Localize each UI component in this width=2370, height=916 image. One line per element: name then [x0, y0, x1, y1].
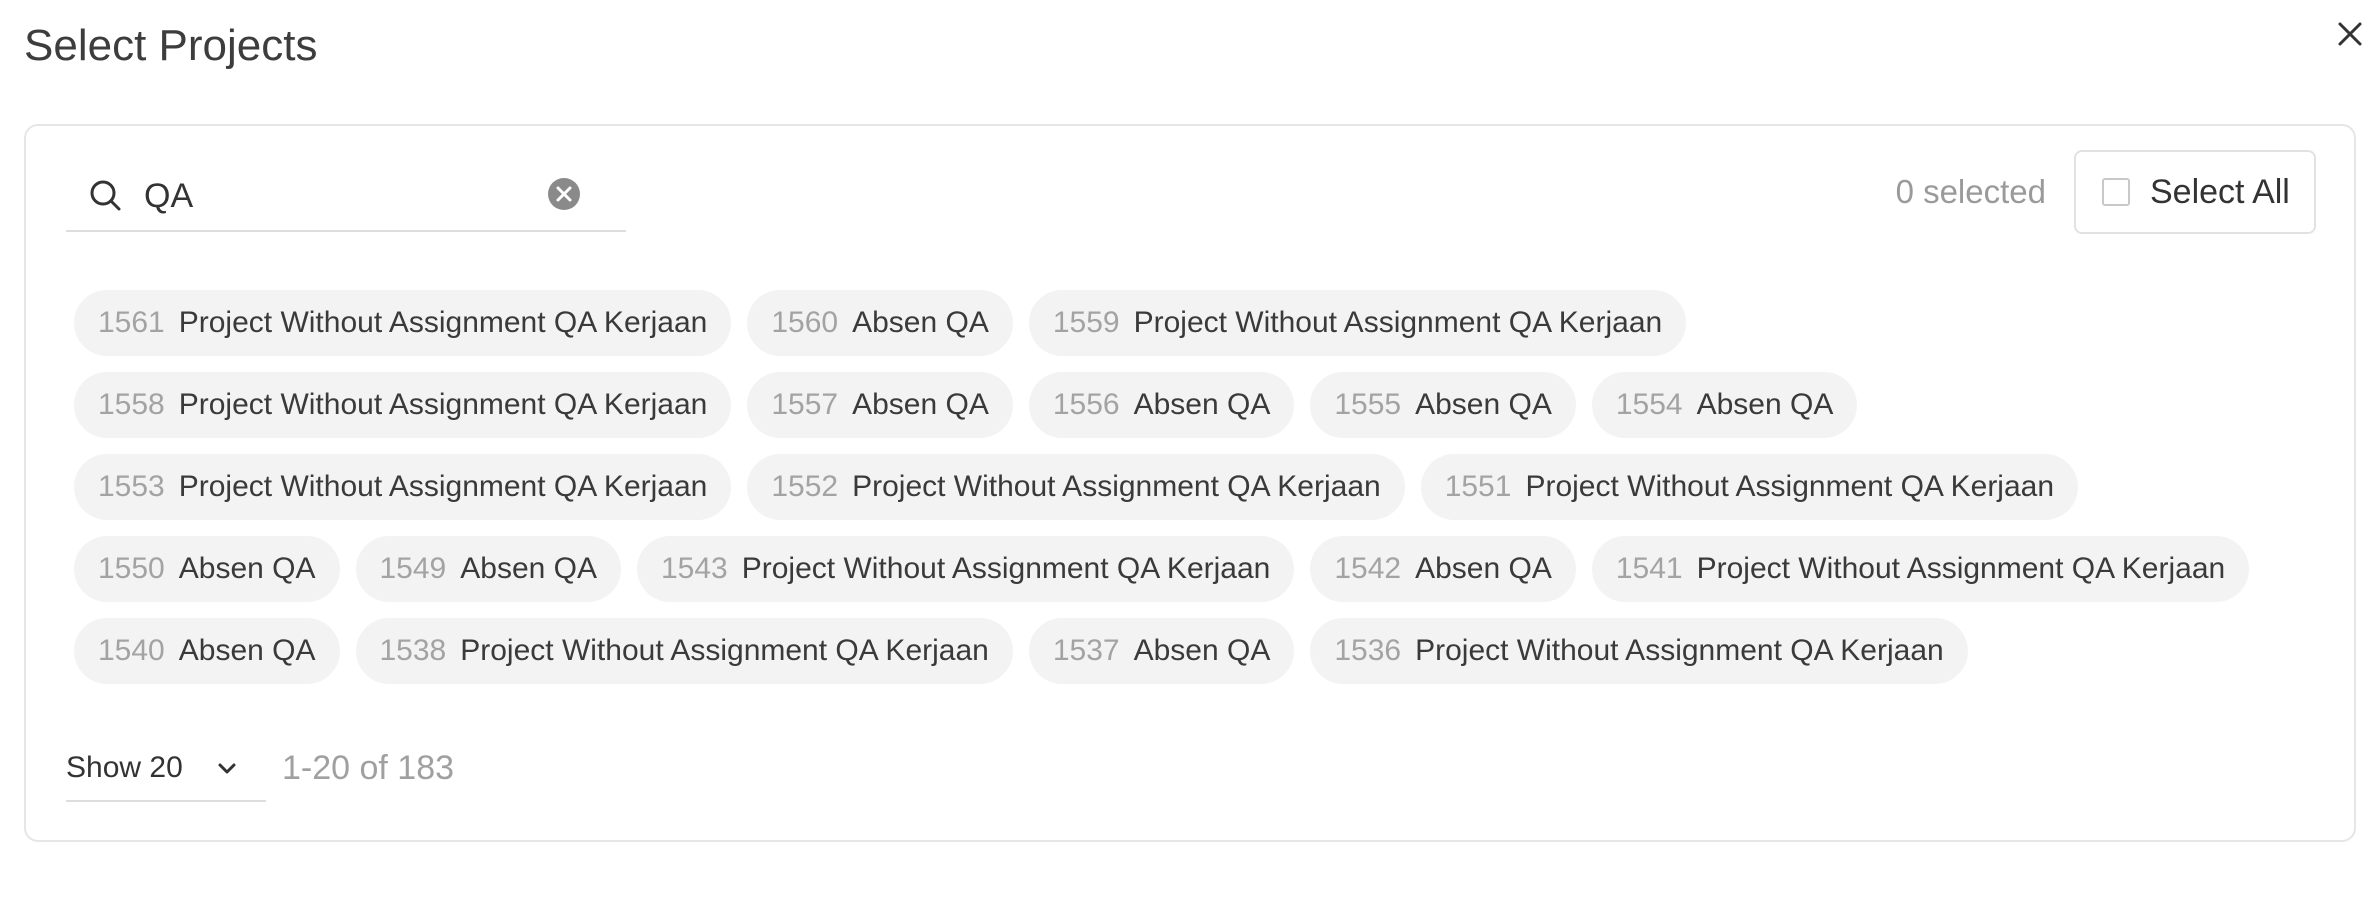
- project-chip-id: 1550: [98, 552, 165, 585]
- select-all-label: Select All: [2150, 173, 2290, 211]
- project-chip[interactable]: 1553 Project Without Assignment QA Kerjaa…: [74, 454, 732, 520]
- project-chip-list: 1561 Project Without Assignment QA Kerjaa…: [74, 290, 2304, 684]
- project-chip[interactable]: 1536 Project Without Assignment QA Kerjaa…: [1310, 618, 1968, 684]
- project-chip[interactable]: 1543 Project Without Assignment QA Kerjaa…: [637, 536, 1295, 602]
- project-chip-name: Project Without Assignment QA Kerjaan: [741, 552, 1271, 585]
- project-chip-name: Project Without Assignment QA Kerjaan: [178, 306, 708, 339]
- project-chip-name: Project Without Assignment QA Kerjaan: [178, 470, 708, 503]
- project-chip-id: 1538: [379, 634, 447, 667]
- project-chip-name: Absen QA: [852, 306, 989, 339]
- project-chip[interactable]: 1561 Project Without Assignment QA Kerjaa…: [74, 290, 732, 356]
- selected-count: 0 selected: [1895, 173, 2046, 210]
- chevron-down-icon: [218, 763, 236, 774]
- project-chip-id: 1561: [98, 306, 165, 339]
- project-chip[interactable]: 1541 Project Without Assignment QA Kerjaa…: [1591, 536, 2250, 602]
- project-chip[interactable]: 1560 Absen QA: [747, 290, 1013, 356]
- project-chip[interactable]: 1558 Project Without Assignment QA Kerjaa…: [74, 372, 732, 438]
- page-size-label: Show 20: [66, 751, 183, 784]
- project-chip-id: 1543: [661, 552, 728, 585]
- project-chip-name: Absen QA: [178, 552, 316, 585]
- project-chip[interactable]: 1550 Absen QA: [74, 536, 340, 602]
- project-chip-name: Absen QA: [1415, 388, 1552, 421]
- project-chip-id: 1551: [1444, 470, 1512, 503]
- project-chip-id: 1560: [771, 306, 839, 339]
- project-chip-name: Project Without Assignment QA Kerjaan: [852, 470, 1381, 503]
- project-chip-name: Absen QA: [1133, 634, 1271, 667]
- project-chip-id: 1557: [771, 388, 839, 421]
- project-chip-name: Absen QA: [1133, 388, 1271, 421]
- search-field: [66, 160, 626, 232]
- project-chip-name: Project Without Assignment QA Kerjaan: [178, 388, 708, 421]
- project-chip-id: 1537: [1052, 634, 1120, 667]
- clear-search-icon[interactable]: [544, 174, 584, 214]
- project-chip-id: 1558: [98, 388, 165, 421]
- select-all-button[interactable]: Select All: [2074, 150, 2316, 234]
- select-all-checkbox[interactable]: [2102, 178, 2130, 206]
- project-chip-id: 1540: [98, 634, 165, 667]
- project-chip-name: Project Without Assignment QA Kerjaan: [1525, 470, 2055, 503]
- project-chip[interactable]: 1554 Absen QA: [1591, 372, 1858, 438]
- page-size-select[interactable]: Show 20: [66, 740, 266, 802]
- project-chip-id: 1559: [1052, 306, 1120, 339]
- project-chip[interactable]: 1552 Project Without Assignment QA Kerjaa…: [747, 454, 1405, 520]
- close-button[interactable]: [2330, 14, 2370, 54]
- project-chip[interactable]: 1542 Absen QA: [1310, 536, 1576, 602]
- project-chip[interactable]: 1540 Absen QA: [74, 618, 340, 684]
- project-chip-name: Absen QA: [1696, 388, 1834, 421]
- project-chip-name: Project Without Assignment QA Kerjaan: [460, 634, 989, 667]
- project-chip-id: 1552: [771, 470, 839, 503]
- project-chip-id: 1549: [379, 552, 447, 585]
- project-chip-id: 1554: [1615, 388, 1683, 421]
- project-chip[interactable]: 1559 Project Without Assignment QA Kerjaa…: [1028, 290, 1687, 356]
- project-chip-id: 1541: [1615, 552, 1683, 585]
- project-chip[interactable]: 1557 Absen QA: [747, 372, 1013, 438]
- project-chip-id: 1555: [1334, 388, 1402, 421]
- project-chip[interactable]: 1538 Project Without Assignment QA Kerjaa…: [355, 618, 1013, 684]
- project-chip-name: Absen QA: [460, 552, 597, 585]
- project-chip[interactable]: 1551 Project Without Assignment QA Kerjaa…: [1420, 454, 2079, 520]
- project-chip-name: Project Without Assignment QA Kerjaan: [1696, 552, 2226, 585]
- project-chip-name: Absen QA: [1415, 552, 1552, 585]
- project-chip-id: 1542: [1334, 552, 1402, 585]
- project-chip-name: Absen QA: [178, 634, 316, 667]
- project-chip-id: 1556: [1052, 388, 1120, 421]
- project-chip[interactable]: 1555 Absen QA: [1310, 372, 1576, 438]
- project-chip[interactable]: 1556 Absen QA: [1028, 372, 1295, 438]
- pagination-range: 1-20 of 183: [282, 749, 455, 787]
- search-icon: [90, 180, 121, 211]
- project-chip-name: Project Without Assignment QA Kerjaan: [1415, 634, 1944, 667]
- project-chip[interactable]: 1537 Absen QA: [1028, 618, 1295, 684]
- close-icon: [2338, 22, 2362, 46]
- dialog-title: Select Projects: [24, 21, 318, 70]
- project-chip-name: Project Without Assignment QA Kerjaan: [1133, 306, 1663, 339]
- project-chip-name: Absen QA: [852, 388, 989, 421]
- project-chip[interactable]: 1549 Absen QA: [355, 536, 621, 602]
- project-chip-id: 1553: [98, 470, 165, 503]
- search-input[interactable]: [144, 170, 524, 222]
- project-chip-id: 1536: [1334, 634, 1402, 667]
